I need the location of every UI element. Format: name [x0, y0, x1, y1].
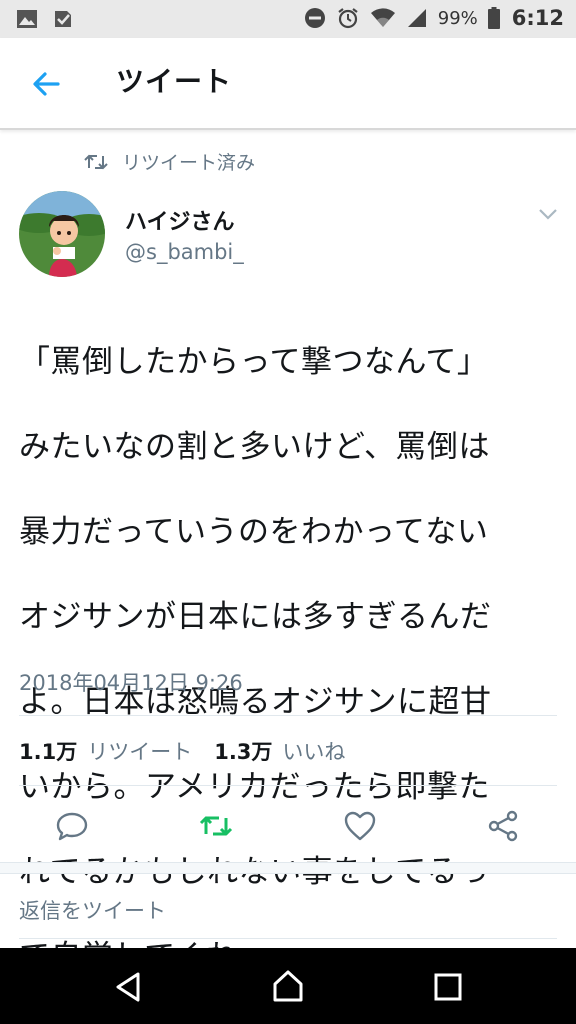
action-bar: [0, 800, 576, 852]
avatar[interactable]: [19, 191, 105, 277]
likes-count: 1.3万: [214, 740, 273, 764]
reply-underline: [19, 938, 557, 939]
nav-home-icon[interactable]: [269, 968, 307, 1006]
wifi-icon: [370, 8, 395, 27]
status-bar: 99% 6:12: [0, 0, 576, 38]
back-arrow-icon[interactable]: [28, 66, 64, 102]
retweets-label[interactable]: リツイート: [87, 736, 192, 766]
tweet-line: みたいなの割と多いけど、罵倒は: [19, 428, 490, 465]
like-icon[interactable]: [342, 808, 378, 844]
tweet-timestamp: 2018年04月12日 9:26: [19, 671, 243, 695]
share-icon[interactable]: [486, 808, 522, 844]
tweet-line: 「罵倒したからって撃つなんて」: [19, 343, 489, 380]
chevron-down-icon[interactable]: [536, 204, 560, 224]
status-right: 99% 6:12: [304, 6, 564, 30]
app-header: ツイート: [0, 38, 576, 130]
retweeted-label: リツイート済み: [122, 152, 256, 174]
tweet-line: オジサンが日本には多すぎるんだ: [19, 598, 492, 635]
status-time: 6:12: [511, 6, 564, 30]
page-title: ツイート: [116, 65, 233, 98]
battery-percent: 99%: [437, 7, 478, 29]
nav-recents-icon[interactable]: [429, 968, 467, 1006]
likes-label[interactable]: いいね: [282, 736, 345, 766]
battery-icon: [487, 7, 500, 29]
divider: [19, 785, 557, 786]
dnd-icon: [304, 8, 325, 28]
system-nav-bar: [0, 948, 576, 1024]
tweet-line: 暴力だっていうのをわかってない: [19, 513, 489, 550]
reply-input[interactable]: 返信をツイート: [19, 895, 166, 925]
retweeted-banner: リツイート済み: [84, 148, 255, 175]
section-separator: [0, 862, 576, 874]
alarm-icon: [338, 8, 358, 29]
checkbox-icon: [55, 11, 71, 27]
retweet-icon[interactable]: [198, 808, 234, 844]
retweets-count: 1.1万: [19, 740, 78, 764]
reply-icon[interactable]: [54, 808, 90, 844]
tweet-stats: 1.1万 リツイート 1.3万 いいね: [19, 736, 367, 766]
divider: [19, 715, 557, 716]
signal-icon: [407, 9, 426, 27]
nav-back-icon[interactable]: [110, 968, 148, 1006]
user-name[interactable]: ハイジさん: [125, 204, 235, 236]
user-handle[interactable]: @s_bambi_: [125, 240, 244, 264]
gallery-icon: [17, 10, 37, 28]
retweet-icon: [84, 154, 108, 169]
status-left: [16, 8, 74, 30]
